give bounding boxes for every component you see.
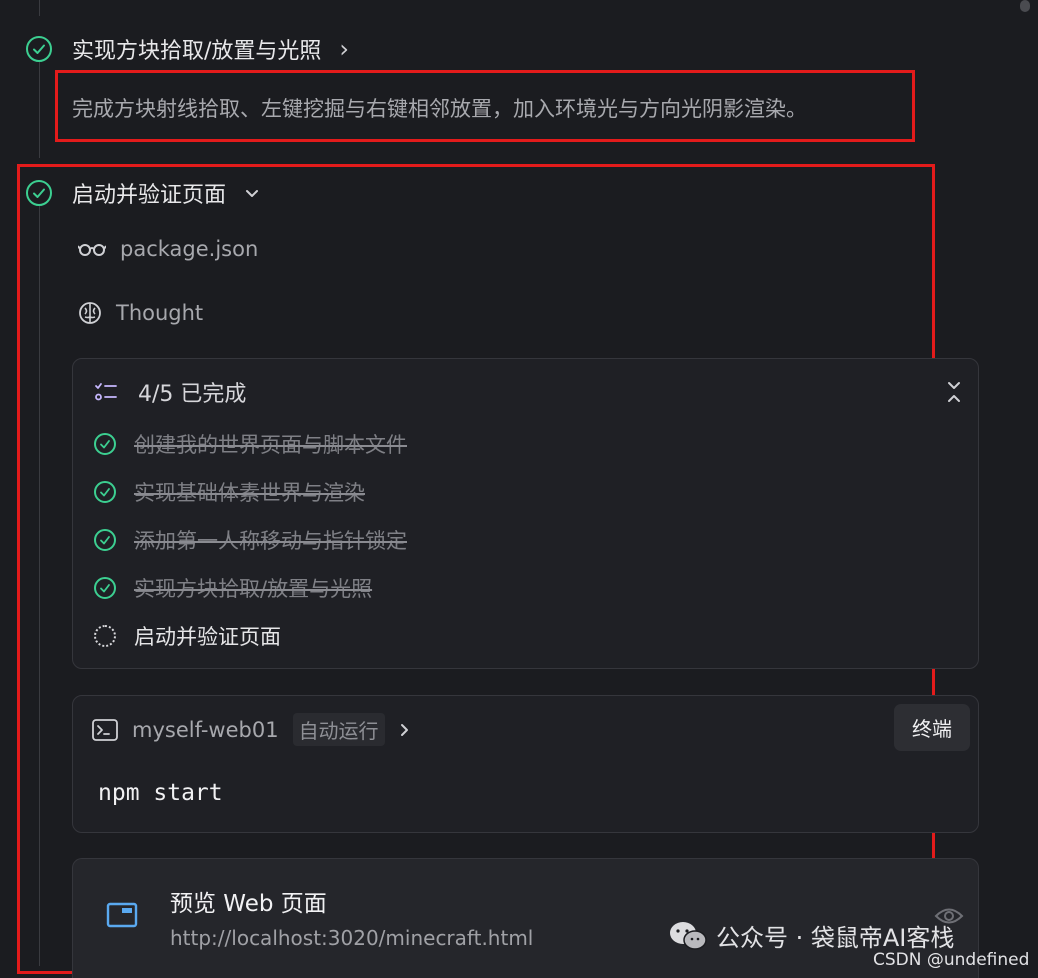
check-circle-icon — [94, 577, 116, 599]
todo-item-label: 实现方块拾取/放置与光照 — [134, 577, 373, 601]
terminal-button[interactable]: 终端 — [894, 704, 970, 751]
chevron-down-icon — [246, 190, 259, 197]
step-description: 完成方块射线拾取、左键挖掘与右键相邻放置，加入环境光与方向光阴影渲染。 — [72, 97, 807, 121]
loading-spinner-icon — [94, 625, 116, 647]
todo-item-label: 实现基础体素世界与渲染 — [134, 481, 365, 505]
todo-item: 添加第一人称移动与指针锁定 — [94, 525, 407, 555]
watermark-csdn: CSDN @undefined — [873, 950, 1030, 970]
todo-item: 实现方块拾取/放置与光照 — [94, 573, 372, 603]
todo-header: 4/5 已完成 — [94, 376, 246, 408]
file-read-entry[interactable]: package.json — [78, 237, 258, 261]
timeline-line-top — [39, 0, 40, 16]
timeline-line-1 — [39, 62, 40, 158]
check-circle-icon — [94, 529, 116, 551]
terminal-icon — [92, 718, 118, 741]
thought-label: Thought — [116, 301, 204, 325]
step-title: 启动并验证页面 — [72, 183, 227, 208]
check-circle-icon — [26, 36, 52, 62]
preview-title: 预览 Web 页面 — [170, 891, 327, 917]
thought-entry[interactable]: Thought — [78, 301, 203, 325]
todo-item: 实现基础体素世界与渲染 — [94, 477, 365, 507]
todo-progress: 4/5 已完成 — [138, 382, 247, 407]
auto-run-badge: 自动运行 — [292, 713, 385, 746]
chevron-right-icon: › — [339, 35, 350, 63]
brain-icon — [79, 302, 101, 324]
check-circle-icon — [94, 481, 116, 503]
check-circle-icon — [26, 180, 52, 206]
terminal-header[interactable]: myself-web01 自动运行 — [92, 713, 411, 746]
chevron-right-icon — [400, 723, 408, 736]
wechat-logo-icon — [670, 921, 707, 950]
watermark-account: 公众号 · 袋鼠帝AI客栈 — [716, 924, 955, 952]
terminal-name: myself-web01 — [132, 717, 279, 742]
terminal-command: npm start — [98, 780, 223, 806]
check-circle-icon — [94, 433, 116, 455]
todo-item-label: 创建我的世界页面与脚本文件 — [134, 433, 407, 457]
preview-url[interactable]: http://localhost:3020/minecraft.html — [170, 926, 533, 950]
todo-item-label: 启动并验证页面 — [134, 625, 281, 649]
todo-item-label: 添加第一人称移动与指针锁定 — [134, 529, 407, 553]
watermark: 公众号 · 袋鼠帝AI客栈 — [668, 918, 954, 953]
browser-window-icon — [106, 902, 138, 928]
step-header-2[interactable]: 启动并验证页面 — [26, 177, 260, 209]
glasses-icon — [78, 244, 106, 256]
todo-item: 创建我的世界页面与脚本文件 — [94, 429, 407, 459]
collapse-icon[interactable] — [945, 381, 963, 403]
file-name: package.json — [120, 237, 259, 261]
scrollbar-thumb[interactable] — [1020, 0, 1030, 12]
step-title: 实现方块拾取/放置与光照 — [72, 39, 322, 64]
step-header-1[interactable]: 实现方块拾取/放置与光照 › — [26, 33, 349, 65]
todo-item: 启动并验证页面 — [94, 621, 281, 651]
checklist-icon — [95, 383, 117, 401]
